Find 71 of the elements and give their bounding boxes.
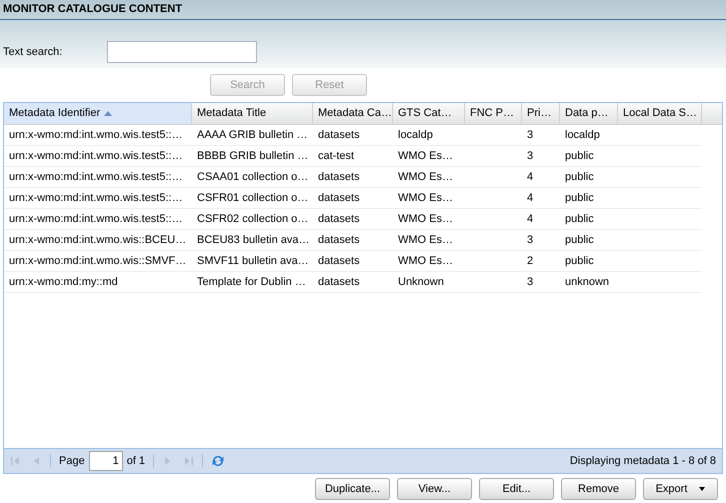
table-cell-text: BCEU83 bulletin ava… — [197, 232, 310, 248]
table-cell-text: 4 — [527, 170, 534, 185]
table-cell-text: urn:x-wmo:md:my::md — [9, 274, 118, 290]
table-cell-text: BBBB GRIB bulletin … — [197, 148, 308, 164]
table-cell-text: public — [565, 170, 594, 185]
panel-title: MONITOR CATALOGUE CONTENT — [3, 2, 182, 18]
table-cell-text: urn:x-wmo:md:int.wmo.wis::SMVF… — [9, 254, 186, 269]
table-cell-text: 3 — [527, 128, 534, 143]
action-button[interactable]: Edit... — [479, 478, 554, 500]
table-cell-text: localdp — [398, 128, 433, 143]
table-cell-text: WMO Es… — [398, 148, 453, 164]
table-cell-text: 3 — [527, 232, 534, 248]
text-search-field[interactable] — [107, 41, 257, 63]
dropdown-caret-icon — [699, 487, 706, 491]
table-cell-text: WMO Es… — [398, 232, 453, 248]
table-cell-text: urn:x-wmo:md:int.wmo.wis.test5::… — [9, 128, 183, 143]
paging-summary: Displaying metadata 1 - 8 of 8 — [570, 454, 716, 469]
table-cell-text: 2 — [527, 254, 534, 269]
table-cell-text: datasets — [318, 274, 360, 290]
table-cell-text: public — [565, 254, 594, 269]
action-button[interactable]: Duplicate... — [315, 478, 390, 500]
table-cell-text: CSFR01 collection o… — [197, 190, 308, 206]
table-cell-text: public — [565, 212, 594, 227]
table-cell-text: datasets — [318, 212, 360, 227]
column-header[interactable]: GTS Cat… — [393, 103, 465, 124]
table-cell-text: public — [565, 232, 594, 248]
refresh-icon[interactable] — [211, 454, 226, 468]
table-cell-text: datasets — [318, 254, 360, 269]
table-cell-text: urn:x-wmo:md:int.wmo.wis::BCEU… — [9, 232, 186, 248]
table-cell-text: urn:x-wmo:md:int.wmo.wis.test5::… — [9, 148, 183, 164]
column-header[interactable]: Pri… — [522, 103, 560, 124]
table-cell-text: datasets — [318, 128, 360, 143]
text-search-label: Text search: — [3, 44, 64, 60]
table-cell-text: public — [565, 148, 594, 164]
table-cell-text: unknown — [565, 274, 610, 290]
table-cell-text: Unknown — [398, 274, 444, 290]
column-header[interactable]: Metadata Ca… — [313, 103, 393, 124]
table-cell-text: localdp — [565, 128, 600, 143]
page-count-label: of 1 — [126, 454, 146, 469]
table-cell-text: WMO Es… — [398, 190, 453, 206]
column-header[interactable]: Metadata Identifier — [4, 103, 192, 124]
sort-ascending-icon — [104, 111, 112, 116]
column-header[interactable]: FNC P… — [465, 103, 522, 124]
page-label: Page — [59, 454, 85, 469]
action-button[interactable]: View... — [397, 478, 472, 500]
table-cell-text: urn:x-wmo:md:int.wmo.wis.test5::… — [9, 212, 183, 227]
table-cell-text: SMVF11 bulletin ava… — [197, 254, 309, 269]
page-number-field[interactable]: 1 — [88, 451, 123, 471]
table-cell-text: WMO Es… — [398, 170, 453, 185]
table-cell-text: 4 — [527, 190, 534, 206]
table-cell-text: 3 — [527, 148, 534, 164]
table-cell-text: WMO Es… — [398, 254, 453, 269]
table-cell-text: CSAA01 collection o… — [197, 170, 308, 185]
column-header[interactable]: Metadata Title — [192, 103, 313, 124]
table-cell-text: CSFR02 collection o… — [197, 212, 308, 227]
action-button[interactable]: Export — [643, 478, 718, 500]
table-cell-text: Template for Dublin … — [197, 274, 306, 290]
table-cell-text: datasets — [318, 190, 360, 206]
table-cell-text: AAAA GRIB bulletin … — [197, 128, 308, 143]
action-button[interactable]: Remove — [561, 478, 636, 500]
table-cell-text: datasets — [318, 232, 360, 248]
table-cell-text: WMO Es… — [398, 212, 453, 227]
table-cell-text: public — [565, 190, 594, 206]
table-cell-text: datasets — [318, 170, 360, 185]
column-header[interactable]: Local Data S… — [618, 103, 702, 124]
table-cell-text: urn:x-wmo:md:int.wmo.wis.test5::… — [9, 170, 183, 185]
table-cell-text: 3 — [527, 274, 534, 290]
column-header[interactable]: Data p… — [560, 103, 618, 124]
table-cell-text: urn:x-wmo:md:int.wmo.wis.test5::… — [9, 190, 183, 206]
table-cell-text: 4 — [527, 212, 534, 227]
table-cell-text: cat-test — [318, 148, 354, 164]
